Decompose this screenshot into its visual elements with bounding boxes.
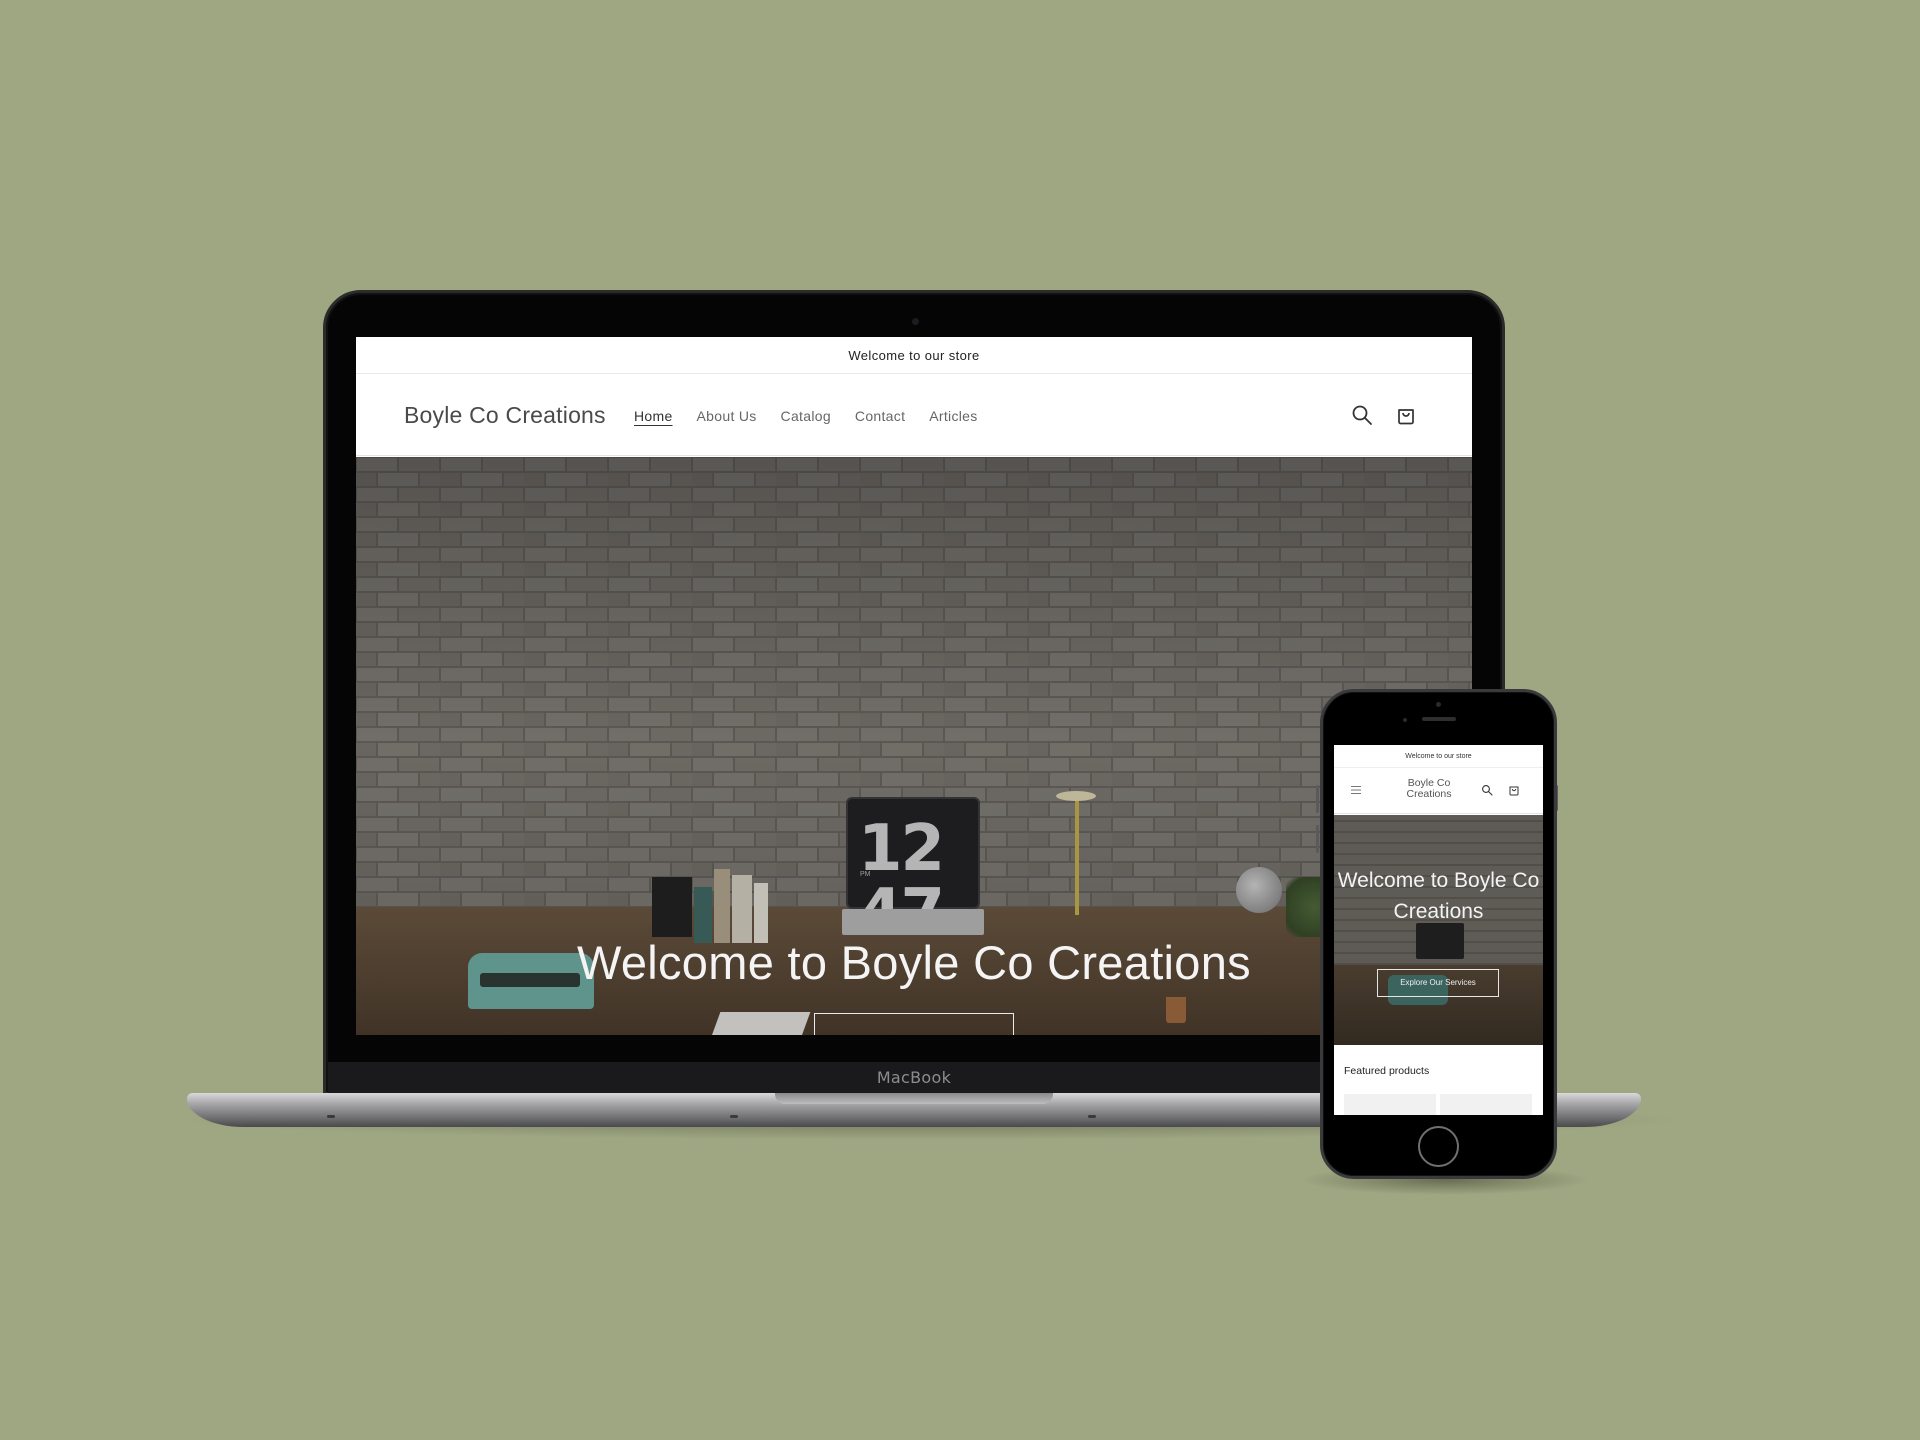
laptop-foot [327, 1115, 335, 1118]
phone-home-button[interactable] [1418, 1126, 1459, 1167]
featured-products-heading: Featured products [1344, 1065, 1430, 1077]
laptop-camera [912, 318, 919, 325]
main-nav: Home About Us Catalog Contact Articles [634, 408, 978, 424]
phone-screen: Welcome to our store Boyle Co Creations … [1334, 745, 1543, 1115]
phone-hero-overlay [1334, 815, 1543, 1045]
menu-icon[interactable] [1350, 784, 1362, 796]
product-card[interactable] [1440, 1094, 1532, 1115]
phone-announcement-bar: Welcome to our store [1334, 745, 1543, 768]
laptop-hinge-notch [775, 1093, 1053, 1104]
cart-icon[interactable] [1394, 403, 1418, 427]
cart-icon[interactable] [1508, 784, 1520, 796]
phone-hero-title: Welcome to Boyle Co Creations [1337, 869, 1540, 923]
nav-about-us[interactable]: About Us [697, 408, 757, 424]
phone-volume-button [1316, 825, 1319, 853]
laptop-foot [730, 1115, 738, 1118]
laptop-screen: Welcome to our store Boyle Co Creations … [356, 337, 1472, 1035]
phone-header: Boyle Co Creations [1334, 768, 1543, 814]
phone-sensor [1403, 718, 1407, 722]
laptop-foot [1088, 1115, 1096, 1118]
hero-cta-button[interactable] [814, 1013, 1014, 1035]
search-icon[interactable] [1481, 784, 1493, 796]
phone-volume-button [1316, 785, 1319, 813]
announcement-bar: Welcome to our store [356, 337, 1472, 374]
site-header: Boyle Co Creations Home About Us Catalog… [356, 374, 1472, 456]
nav-contact[interactable]: Contact [855, 408, 905, 424]
nav-articles[interactable]: Articles [929, 408, 977, 424]
hero-title: Welcome to Boyle Co Creations [577, 936, 1251, 989]
hero-banner: 1247 PM Welcome to Boyle Co Creations [356, 457, 1472, 1035]
site-logo[interactable]: Boyle Co Creations [404, 402, 606, 429]
phone-hero-banner: Welcome to Boyle Co Creations Explore Ou… [1334, 815, 1543, 1045]
nav-catalog[interactable]: Catalog [781, 408, 831, 424]
nav-home[interactable]: Home [634, 408, 673, 424]
phone-speaker [1422, 717, 1456, 721]
product-card[interactable] [1344, 1094, 1436, 1115]
phone-site-logo[interactable]: Boyle Co Creations [1394, 778, 1464, 800]
phone-camera [1436, 702, 1441, 707]
explore-services-button[interactable]: Explore Our Services [1377, 969, 1499, 997]
search-icon[interactable] [1350, 403, 1374, 427]
